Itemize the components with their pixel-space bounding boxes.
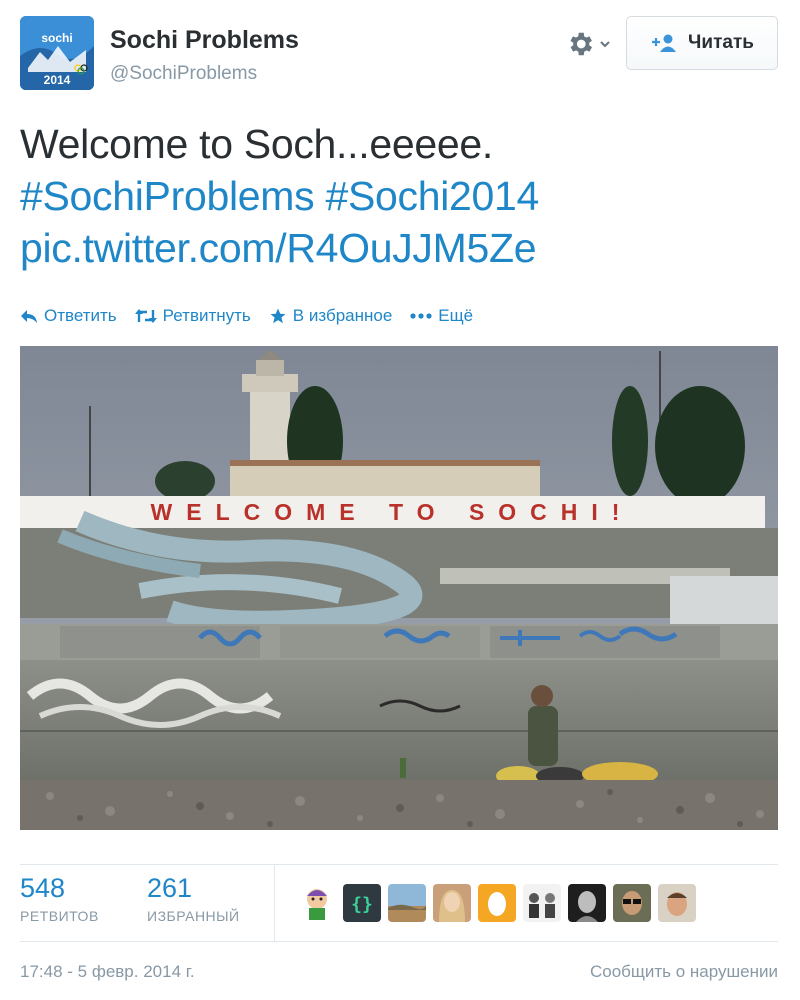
more-dots-icon — [410, 313, 432, 319]
hashtag-sochi2014[interactable]: #Sochi2014 — [325, 173, 539, 219]
user-handle[interactable]: @SochiProblems — [110, 63, 257, 85]
favorites-count: 261 — [147, 873, 193, 903]
tweet-timestamp[interactable]: 17:48 - 5 февр. 2014 г. — [20, 962, 195, 982]
sochi-2014-logo-icon: sochi 2014 — [20, 16, 94, 90]
braces-avatar-icon: {} — [343, 884, 381, 922]
egg-avatar-icon — [478, 884, 516, 922]
favorite-action[interactable]: В избранное — [269, 306, 393, 326]
star-icon — [270, 308, 286, 324]
favorites-label: ИЗБРАННЫЙ — [147, 908, 240, 924]
retweets-stat[interactable]: 548 РЕТВИТОВ — [20, 873, 99, 924]
portrait-avatar-icon — [433, 884, 471, 922]
follow-button[interactable]: Читать — [626, 16, 778, 70]
more-action[interactable]: Ещё — [410, 306, 473, 326]
favoriter-avatar[interactable] — [433, 884, 471, 922]
add-user-icon — [652, 34, 677, 52]
stats-divider — [274, 865, 275, 941]
favoriter-avatar[interactable] — [568, 884, 606, 922]
more-label: Ещё — [438, 306, 474, 325]
welcome-to-sochi-photo: WELCOME TO SOCHI! — [20, 346, 778, 830]
landscape-avatar-icon — [388, 884, 426, 922]
report-link[interactable]: Сообщить о нарушении — [590, 962, 778, 982]
favoriter-avatar[interactable] — [658, 884, 696, 922]
retweet-action[interactable]: Ретвитнуть — [134, 306, 251, 326]
follow-button-label: Читать — [688, 32, 754, 53]
cartoon-avatar-icon — [298, 884, 336, 922]
svg-text:{}: {} — [351, 894, 373, 915]
favorite-label: В избранное — [292, 306, 393, 325]
svg-text:sochi: sochi — [41, 31, 72, 45]
gear-icon — [570, 32, 592, 56]
face-avatar-icon — [658, 884, 696, 922]
tweet-header: sochi 2014 Sochi Problems @SochiProblems… — [20, 16, 780, 90]
display-name[interactable]: Sochi Problems — [110, 26, 299, 55]
tweet-stats: 548 РЕТВИТОВ 261 ИЗБРАННЫЙ {} — [20, 864, 778, 942]
picture-link[interactable]: pic.twitter.com/R4OuJJM5Ze — [20, 225, 537, 271]
bw-portrait-avatar-icon — [568, 884, 606, 922]
tweet-text: Welcome to Soch...eeeee. #SochiProblems … — [20, 118, 780, 274]
retweets-count: 548 — [20, 873, 66, 903]
favoriters-avatars: {} — [298, 884, 696, 922]
reply-action[interactable]: Ответить — [20, 306, 117, 326]
reply-icon — [21, 310, 37, 323]
sunglasses-avatar-icon — [613, 884, 651, 922]
favoriter-avatar[interactable] — [613, 884, 651, 922]
user-actions-dropdown[interactable] — [565, 28, 611, 60]
retweets-label: РЕТВИТОВ — [20, 908, 99, 924]
favoriter-avatar[interactable] — [523, 884, 561, 922]
photo-sign-text: WELCOME TO SOCHI! — [151, 499, 634, 525]
hashtag-sochiproblems[interactable]: #SochiProblems — [20, 173, 315, 219]
tweet-actions: Ответить Ретвитнуть В избранное Ещё — [20, 303, 473, 329]
retweet-label: Ретвитнуть — [162, 306, 251, 325]
favoriter-avatar[interactable] — [478, 884, 516, 922]
favoriter-avatar[interactable] — [388, 884, 426, 922]
reply-label: Ответить — [44, 306, 117, 325]
retweet-icon — [134, 309, 157, 323]
svg-text:2014: 2014 — [44, 73, 71, 87]
tweet-photo[interactable]: WELCOME TO SOCHI! — [20, 346, 778, 830]
tweet-footer: 17:48 - 5 февр. 2014 г. Сообщить о наруш… — [20, 962, 778, 986]
tweet-text-line: Welcome to Soch...eeeee. — [20, 121, 493, 167]
sochi-2014-logo-avatar[interactable]: sochi 2014 — [20, 16, 94, 90]
group-avatar-icon — [523, 884, 561, 922]
favoriter-avatar[interactable] — [298, 884, 336, 922]
chevron-down-icon — [600, 41, 610, 48]
favoriter-avatar[interactable]: {} — [343, 884, 381, 922]
favorites-stat[interactable]: 261 ИЗБРАННЫЙ — [147, 873, 240, 924]
